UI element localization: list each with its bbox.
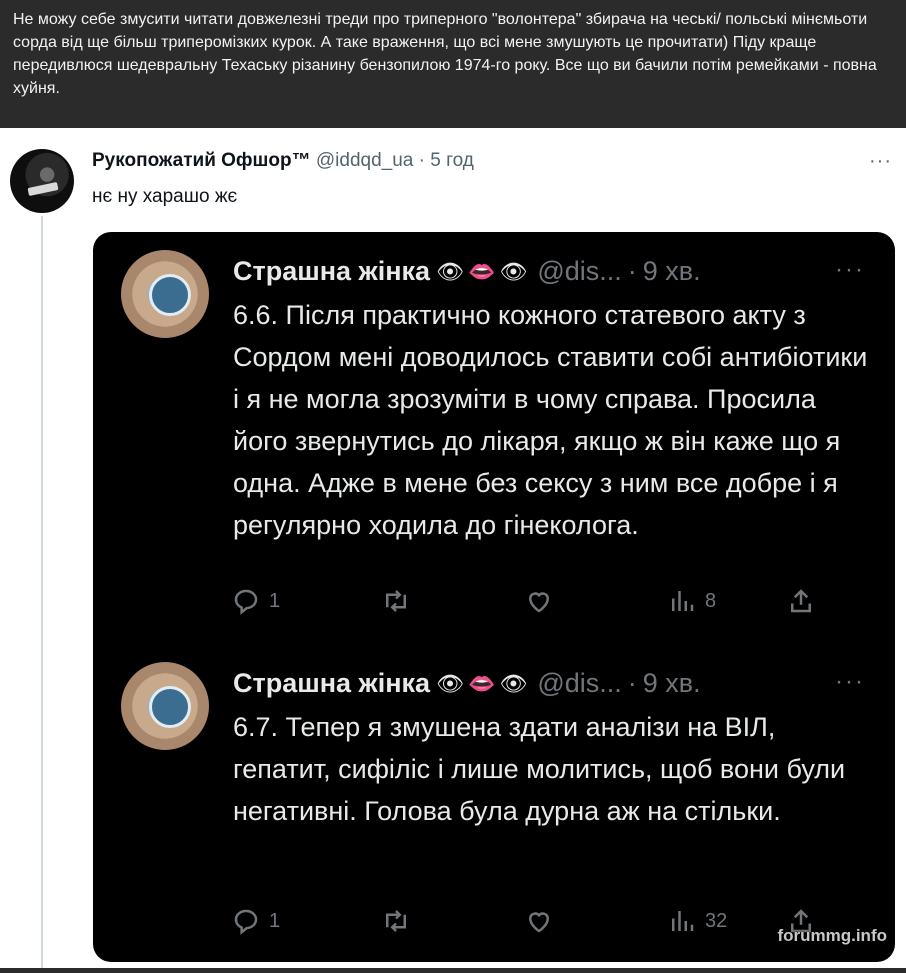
emoji-badge: 👁👄👁	[436, 258, 532, 284]
author-handle[interactable]: @iddqd_ua	[316, 150, 413, 171]
reply-icon	[234, 909, 258, 935]
reply-button[interactable]: 1	[231, 586, 280, 616]
reply-icon	[234, 589, 258, 615]
tweet-header: Страшна жінка 👁👄👁 @dis... · 9 хв.	[233, 668, 701, 699]
separator: ·	[418, 150, 425, 171]
bottom-bar	[0, 968, 906, 973]
reply-button[interactable]: 1	[231, 906, 280, 936]
timestamp[interactable]: 9 хв.	[643, 668, 701, 699]
timestamp[interactable]: 9 хв.	[643, 256, 701, 287]
retweet-icon	[386, 590, 406, 612]
tweet-text: нє ну харашо жє	[92, 186, 238, 207]
tweet-text: 6.6. Після практично кожного статевого а…	[233, 300, 868, 540]
like-icon	[528, 912, 550, 933]
more-icon[interactable]: ···	[835, 256, 865, 284]
emoji-badge: 👁👄👁	[436, 670, 532, 696]
retweet-button[interactable]	[381, 906, 411, 936]
like-button[interactable]	[524, 586, 554, 616]
tweet-header: Рукопожатий Офшор™ @iddqd_ua · 5 год	[92, 150, 474, 172]
author-name[interactable]: Рукопожатий Офшор™	[92, 150, 311, 171]
reply-count: 1	[269, 909, 281, 932]
tweet-actions: 1 8	[231, 586, 871, 620]
separator: ·	[627, 256, 637, 286]
retweet-icon	[386, 910, 406, 932]
quoted-tweet[interactable]: Страшна жінка 👁👄👁 @dis... · 9 хв. ··· 6.…	[93, 662, 895, 962]
more-icon[interactable]: ···	[869, 150, 892, 173]
views-button[interactable]: 8	[667, 586, 716, 616]
quoted-tweet[interactable]: Страшна жінка 👁👄👁 @dis... · 9 хв. ··· 6.…	[93, 250, 895, 640]
tweet-header: Страшна жінка 👁👄👁 @dis... · 9 хв.	[233, 256, 701, 287]
views-button[interactable]: 32	[667, 906, 727, 936]
separator: ·	[627, 668, 637, 698]
thread-line	[41, 216, 43, 973]
post-caption: Не можу себе змусити читати довжелезні т…	[0, 0, 906, 128]
quoted-screenshot: Страшна жінка 👁👄👁 @dis... · 9 хв. ··· 6.…	[93, 232, 895, 962]
tweet-actions: 1 32	[231, 906, 871, 940]
avatar[interactable]	[121, 662, 209, 750]
views-count: 32	[705, 909, 728, 932]
author-name[interactable]: Страшна жінка	[233, 668, 430, 699]
outer-tweet[interactable]: Рукопожатий Офшор™ @iddqd_ua · 5 год ···…	[0, 128, 906, 973]
avatar[interactable]	[121, 250, 209, 338]
avatar[interactable]	[10, 149, 74, 213]
reply-count: 1	[269, 589, 281, 612]
views-count: 8	[705, 589, 717, 612]
views-icon	[672, 911, 694, 931]
author-name[interactable]: Страшна жінка	[233, 256, 430, 287]
more-icon[interactable]: ···	[835, 668, 865, 696]
share-button[interactable]	[786, 586, 816, 616]
retweet-button[interactable]	[381, 586, 411, 616]
watermark: forummg.info	[777, 926, 887, 945]
like-icon	[528, 592, 550, 613]
tweet-text: 6.7. Тепер я змушена здати аналізи на ВІ…	[233, 712, 846, 826]
views-icon	[672, 591, 694, 611]
like-button[interactable]	[524, 906, 554, 936]
share-icon	[791, 589, 811, 613]
author-handle[interactable]: @dis...	[537, 668, 621, 699]
author-handle[interactable]: @dis...	[537, 256, 621, 287]
timestamp[interactable]: 5 год	[430, 150, 474, 171]
